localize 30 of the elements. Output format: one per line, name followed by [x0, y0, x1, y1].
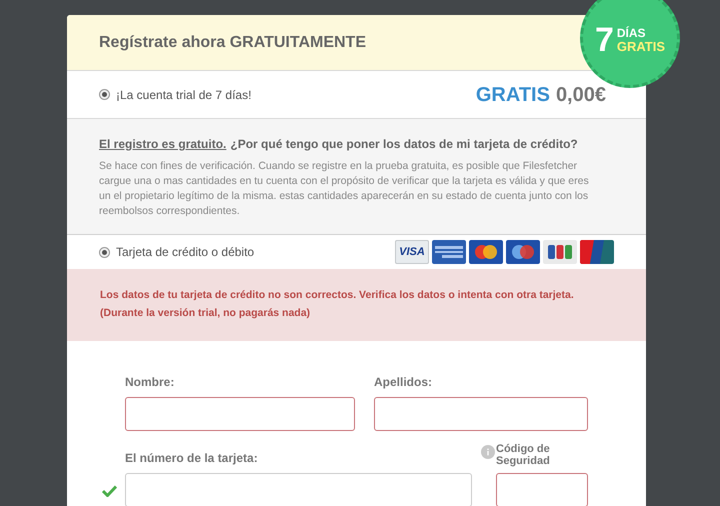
card-logo-icon [506, 240, 540, 264]
info-question: ¿Por qué tengo que poner los datos de mi tarjeta de crédito? [230, 136, 578, 153]
radio-button[interactable] [99, 246, 110, 258]
price: 0,00€ [556, 82, 606, 108]
error-note: (Durante la versión trial, no pagarás nada) [100, 306, 312, 321]
card-logo-icon [543, 240, 577, 264]
card-logo-icon [580, 240, 614, 264]
badge-number: 7 [594, 23, 614, 57]
field-label: Código de Seguridad [496, 443, 551, 467]
badge-text: DÍAS [616, 26, 647, 40]
field-label: Apellidos: [374, 374, 434, 391]
error-message: Los datos de tu tarjeta de crédito no son correctos. Verifica los datos o intenta con otra tarjeta. [100, 288, 575, 303]
field-label: Nombre: [125, 374, 176, 391]
input-field[interactable] [125, 397, 355, 431]
radio-button[interactable] [99, 89, 110, 100]
info-link[interactable]: El registro es gratuito. [99, 135, 226, 153]
plan-label: ¡La cuenta trial de 7 días! [116, 86, 252, 104]
visa-logo: VISA [395, 240, 429, 264]
info-icon[interactable] [481, 445, 495, 459]
input-field[interactable] [374, 397, 588, 431]
input-field[interactable] [125, 473, 472, 506]
card-logo-icon [469, 240, 503, 264]
dialog-title: Regístrate ahora GRATUITAMENTE [99, 32, 366, 52]
badge-text: GRATIS [616, 40, 666, 54]
card-logo-icon [432, 240, 466, 264]
info-text: Se hace con fines de verificación. Cuando se registre en la prueba gratuita, es posible que Filesfetcher cargue una o mas cantidades en tu cuenta con el propósito de verificar que la tarjeta es válida y que eres un el propietario legítimo de la misma. estas cantidades aparecerán en su estado de cuenta junto con los reembolsos correspondientes. [99, 159, 590, 219]
input-field[interactable] [496, 473, 588, 506]
payment-label: Tarjeta de crédito o débito [116, 244, 254, 261]
price-label: GRATIS [476, 82, 550, 108]
field-label: El número de la tarjeta: [125, 450, 259, 467]
